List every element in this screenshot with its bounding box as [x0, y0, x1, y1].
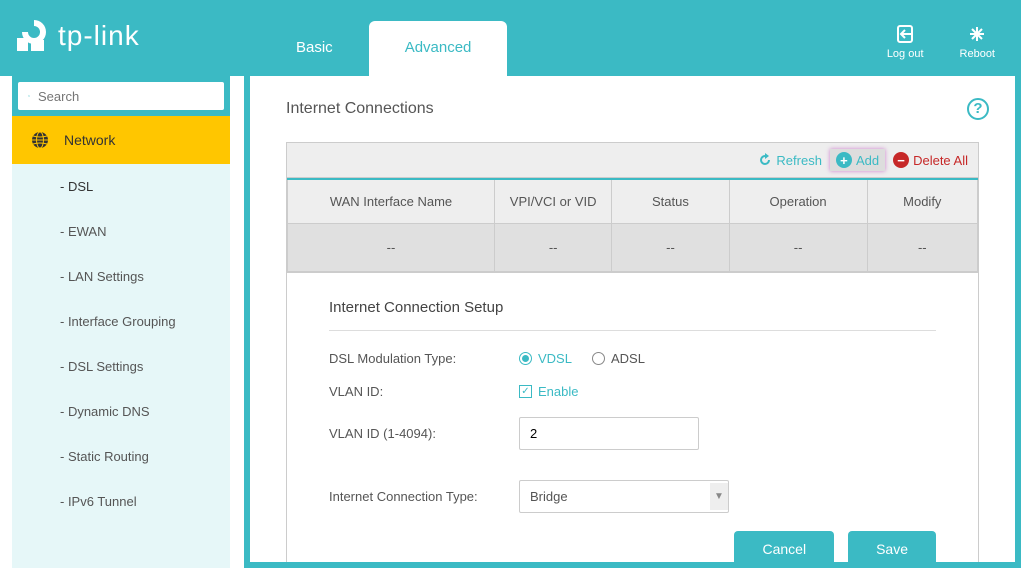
- tab-advanced[interactable]: Advanced: [369, 21, 508, 76]
- sidebar-item-dynamic-dns[interactable]: - Dynamic DNS: [12, 389, 230, 434]
- reboot-label: Reboot: [960, 48, 995, 60]
- reboot-icon: [960, 24, 995, 46]
- search-box[interactable]: [18, 82, 224, 110]
- col-wan: WAN Interface Name: [288, 179, 495, 224]
- save-button[interactable]: Save: [848, 531, 936, 562]
- sidebar-section-network[interactable]: Network: [12, 116, 230, 164]
- select-conn-type[interactable]: Bridge ▼: [519, 480, 729, 513]
- refresh-icon: [758, 153, 772, 167]
- col-modify: Modify: [867, 179, 977, 224]
- globe-icon: [30, 130, 50, 150]
- tab-basic[interactable]: Basic: [260, 21, 369, 76]
- minus-icon: −: [893, 152, 909, 168]
- table-header-row: WAN Interface Name VPI/VCI or VID Status…: [288, 179, 978, 224]
- add-button[interactable]: + Add: [830, 149, 885, 171]
- top-tabs: Basic Advanced: [260, 21, 507, 76]
- panel: Internet Connections ? Refresh + Add − D…: [250, 76, 1015, 562]
- header: tp-link Basic Advanced Log out Reboot: [0, 0, 1021, 76]
- form-setup: Internet Connection Setup DSL Modulation…: [286, 273, 979, 562]
- label-vlan: VLAN ID:: [329, 384, 519, 399]
- logout-button[interactable]: Log out: [887, 24, 924, 60]
- help-icon[interactable]: ?: [967, 98, 989, 120]
- chevron-down-icon: ▼: [710, 483, 728, 510]
- sidebar-item-ewan[interactable]: - EWAN: [12, 209, 230, 254]
- tplink-logo-icon: [14, 18, 50, 54]
- sidebar-item-dsl[interactable]: - DSL: [12, 164, 230, 209]
- logout-label: Log out: [887, 48, 924, 60]
- form-title: Internet Connection Setup: [329, 299, 936, 316]
- table-row-empty: -- -- -- -- --: [288, 224, 978, 272]
- select-value: Bridge: [530, 489, 568, 504]
- main: Internet Connections ? Refresh + Add − D…: [244, 76, 1021, 568]
- logout-icon: [887, 24, 924, 46]
- refresh-button[interactable]: Refresh: [758, 153, 822, 168]
- row-vlan-value: VLAN ID (1-4094):: [329, 417, 936, 450]
- connections-table: Refresh + Add − Delete All WAN Interface…: [286, 142, 979, 273]
- sidebar: Network - DSL - EWAN - LAN Settings - In…: [12, 76, 230, 568]
- radio-icon: [519, 352, 532, 365]
- panel-title: Internet Connections: [286, 100, 979, 118]
- cancel-button[interactable]: Cancel: [734, 531, 834, 562]
- delete-all-button[interactable]: − Delete All: [893, 152, 968, 168]
- brand-logo: tp-link: [14, 18, 140, 54]
- sidebar-item-ipv6-tunnel[interactable]: - IPv6 Tunnel: [12, 479, 230, 524]
- brand-name: tp-link: [58, 20, 140, 52]
- reboot-button[interactable]: Reboot: [960, 24, 995, 60]
- search-input[interactable]: [38, 89, 214, 104]
- radio-vdsl[interactable]: VDSL: [519, 351, 572, 366]
- col-vpi: VPI/VCI or VID: [495, 179, 612, 224]
- plus-icon: +: [836, 152, 852, 168]
- sidebar-item-lan-settings[interactable]: - LAN Settings: [12, 254, 230, 299]
- check-icon: ✓: [519, 385, 532, 398]
- search-icon: [28, 88, 30, 104]
- row-modulation: DSL Modulation Type: VDSL ADSL: [329, 351, 936, 366]
- radio-icon: [592, 352, 605, 365]
- input-vlan-id[interactable]: [519, 417, 699, 450]
- sidebar-item-dsl-settings[interactable]: - DSL Settings: [12, 344, 230, 389]
- sidebar-item-interface-grouping[interactable]: - Interface Grouping: [12, 299, 230, 344]
- sidebar-section-label: Network: [64, 132, 115, 148]
- table-toolbar: Refresh + Add − Delete All: [287, 143, 978, 178]
- col-status: Status: [612, 179, 729, 224]
- label-modulation: DSL Modulation Type:: [329, 351, 519, 366]
- sidebar-item-static-routing[interactable]: - Static Routing: [12, 434, 230, 479]
- label-conn-type: Internet Connection Type:: [329, 489, 519, 504]
- search-wrap: [12, 76, 230, 116]
- radio-adsl[interactable]: ADSL: [592, 351, 645, 366]
- label-vlan-range: VLAN ID (1-4094):: [329, 426, 519, 441]
- form-divider: [329, 330, 936, 331]
- row-conn-type: Internet Connection Type: Bridge ▼: [329, 480, 936, 513]
- row-vlan-enable: VLAN ID: ✓ Enable: [329, 384, 936, 399]
- checkbox-enable[interactable]: ✓ Enable: [519, 384, 578, 399]
- form-actions: Cancel Save: [329, 531, 936, 562]
- header-actions: Log out Reboot: [887, 24, 995, 60]
- col-operation: Operation: [729, 179, 867, 224]
